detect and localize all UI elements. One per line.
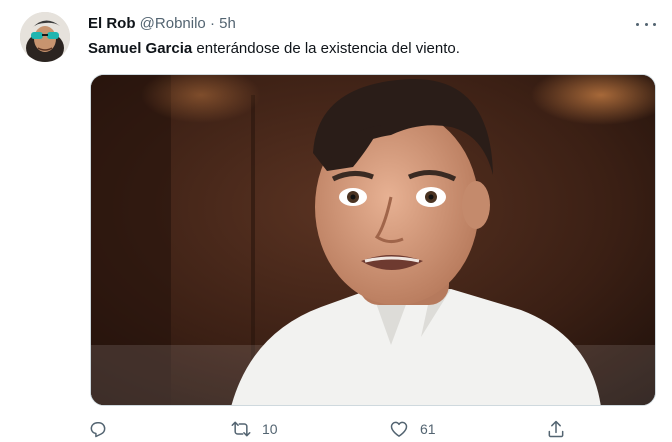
retweet-icon bbox=[231, 421, 251, 437]
tweet-text: Samuel Garcia enterándose de la existenc… bbox=[88, 39, 460, 59]
separator-dot: · bbox=[209, 15, 215, 32]
timestamp[interactable]: 5h bbox=[219, 15, 236, 32]
display-name[interactable]: El Rob bbox=[88, 15, 136, 32]
share-icon bbox=[548, 420, 564, 438]
heart-icon bbox=[390, 421, 408, 437]
tweet-media[interactable] bbox=[90, 74, 656, 406]
tweet-text-rest: enterándose de la existencia del viento. bbox=[192, 40, 460, 57]
avatar[interactable] bbox=[20, 12, 70, 62]
tweet-actions: 10 61 bbox=[88, 418, 668, 440]
retweet-count: 10 bbox=[262, 421, 278, 437]
reply-icon bbox=[90, 422, 106, 438]
tweet-header: El Rob @Robnilo · 5h bbox=[88, 14, 236, 34]
tweet-text-bold: Samuel Garcia bbox=[88, 40, 193, 57]
reply-button[interactable] bbox=[88, 418, 118, 440]
user-handle[interactable]: @Robnilo bbox=[140, 15, 206, 32]
like-button[interactable]: 61 bbox=[388, 418, 436, 440]
more-dot bbox=[644, 22, 648, 26]
avatar-image bbox=[20, 12, 70, 62]
more-dot bbox=[653, 22, 656, 26]
media-image bbox=[91, 75, 655, 405]
tweet[interactable]: El Rob @Robnilo · 5h Samuel Garcia enter… bbox=[0, 0, 672, 442]
more-dot bbox=[636, 22, 639, 26]
like-count: 61 bbox=[420, 421, 436, 437]
share-button[interactable] bbox=[546, 418, 566, 440]
retweet-button[interactable]: 10 bbox=[230, 418, 278, 440]
more-dots-icon[interactable] bbox=[636, 16, 656, 32]
